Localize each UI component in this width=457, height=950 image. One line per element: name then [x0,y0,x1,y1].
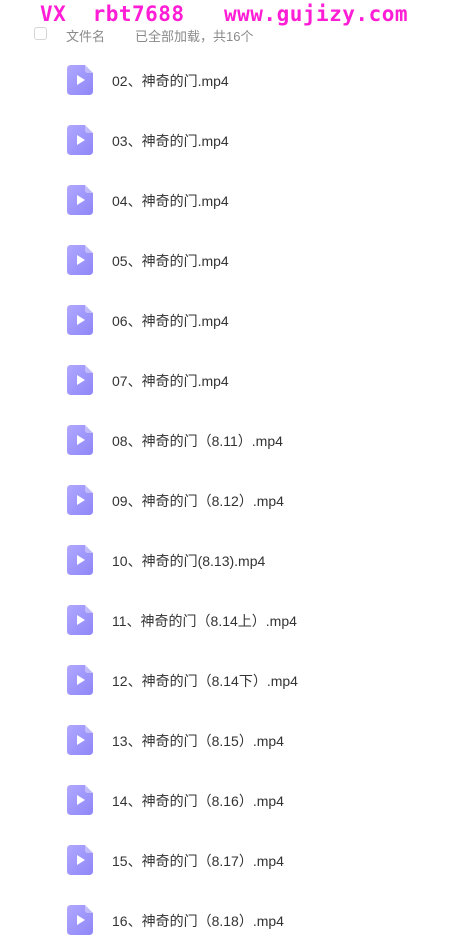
file-row[interactable]: 16、神奇的门（8.18）.mp4 [0,890,457,950]
file-row[interactable]: 04、神奇的门.mp4 [0,170,457,230]
file-name[interactable]: 13、神奇的门（8.15）.mp4 [112,731,284,751]
file-name[interactable]: 02、神奇的门.mp4 [112,71,229,91]
video-file-icon [67,425,93,455]
video-file-icon [67,845,93,875]
file-name[interactable]: 14、神奇的门（8.16）.mp4 [112,791,284,811]
file-row[interactable]: 05、神奇的门.mp4 [0,230,457,290]
file-name[interactable]: 16、神奇的门（8.18）.mp4 [112,911,284,931]
file-name[interactable]: 03、神奇的门.mp4 [112,131,229,151]
file-row[interactable]: 10、神奇的门(8.13).mp4 [0,530,457,590]
file-list: 02、神奇的门.mp4 03、神奇的门.mp4 04、神奇的门.mp4 05、神… [0,50,457,950]
video-file-icon [67,185,93,215]
video-file-icon [67,125,93,155]
file-row[interactable]: 11、神奇的门（8.14上）.mp4 [0,590,457,650]
file-name[interactable]: 15、神奇的门（8.17）.mp4 [112,851,284,871]
video-file-icon [67,545,93,575]
video-file-icon [67,245,93,275]
file-row[interactable]: 09、神奇的门（8.12）.mp4 [0,470,457,530]
video-file-icon [67,605,93,635]
file-row[interactable]: 15、神奇的门（8.17）.mp4 [0,830,457,890]
video-file-icon [67,305,93,335]
file-name[interactable]: 05、神奇的门.mp4 [112,251,229,271]
video-file-icon [67,365,93,395]
file-name[interactable]: 06、神奇的门.mp4 [112,311,229,331]
file-row[interactable]: 12、神奇的门（8.14下）.mp4 [0,650,457,710]
file-row[interactable]: 07、神奇的门.mp4 [0,350,457,410]
file-name[interactable]: 08、神奇的门（8.11）.mp4 [112,431,283,451]
column-header-filename[interactable]: 文件名 [66,26,105,45]
video-file-icon [67,65,93,95]
file-row[interactable]: 03、神奇的门.mp4 [0,110,457,170]
file-row[interactable]: 08、神奇的门（8.11）.mp4 [0,410,457,470]
file-row[interactable]: 06、神奇的门.mp4 [0,290,457,350]
watermark-text: VX rbt7688 www.gujizy.com [40,2,409,26]
video-file-icon [67,785,93,815]
file-name[interactable]: 10、神奇的门(8.13).mp4 [112,551,265,571]
file-row[interactable]: 13、神奇的门（8.15）.mp4 [0,710,457,770]
video-file-icon [67,665,93,695]
load-status-text: 已全部加载，共16个 [135,29,254,44]
file-name[interactable]: 09、神奇的门（8.12）.mp4 [112,491,284,511]
select-all-checkbox[interactable] [34,27,47,40]
video-file-icon [67,485,93,515]
file-row[interactable]: 14、神奇的门（8.16）.mp4 [0,770,457,830]
file-name[interactable]: 12、神奇的门（8.14下）.mp4 [112,671,298,691]
file-name[interactable]: 07、神奇的门.mp4 [112,371,229,391]
file-name[interactable]: 04、神奇的门.mp4 [112,191,229,211]
file-name[interactable]: 11、神奇的门（8.14上）.mp4 [112,611,297,631]
file-row[interactable]: 02、神奇的门.mp4 [0,50,457,110]
video-file-icon [67,905,93,935]
video-file-icon [67,725,93,755]
